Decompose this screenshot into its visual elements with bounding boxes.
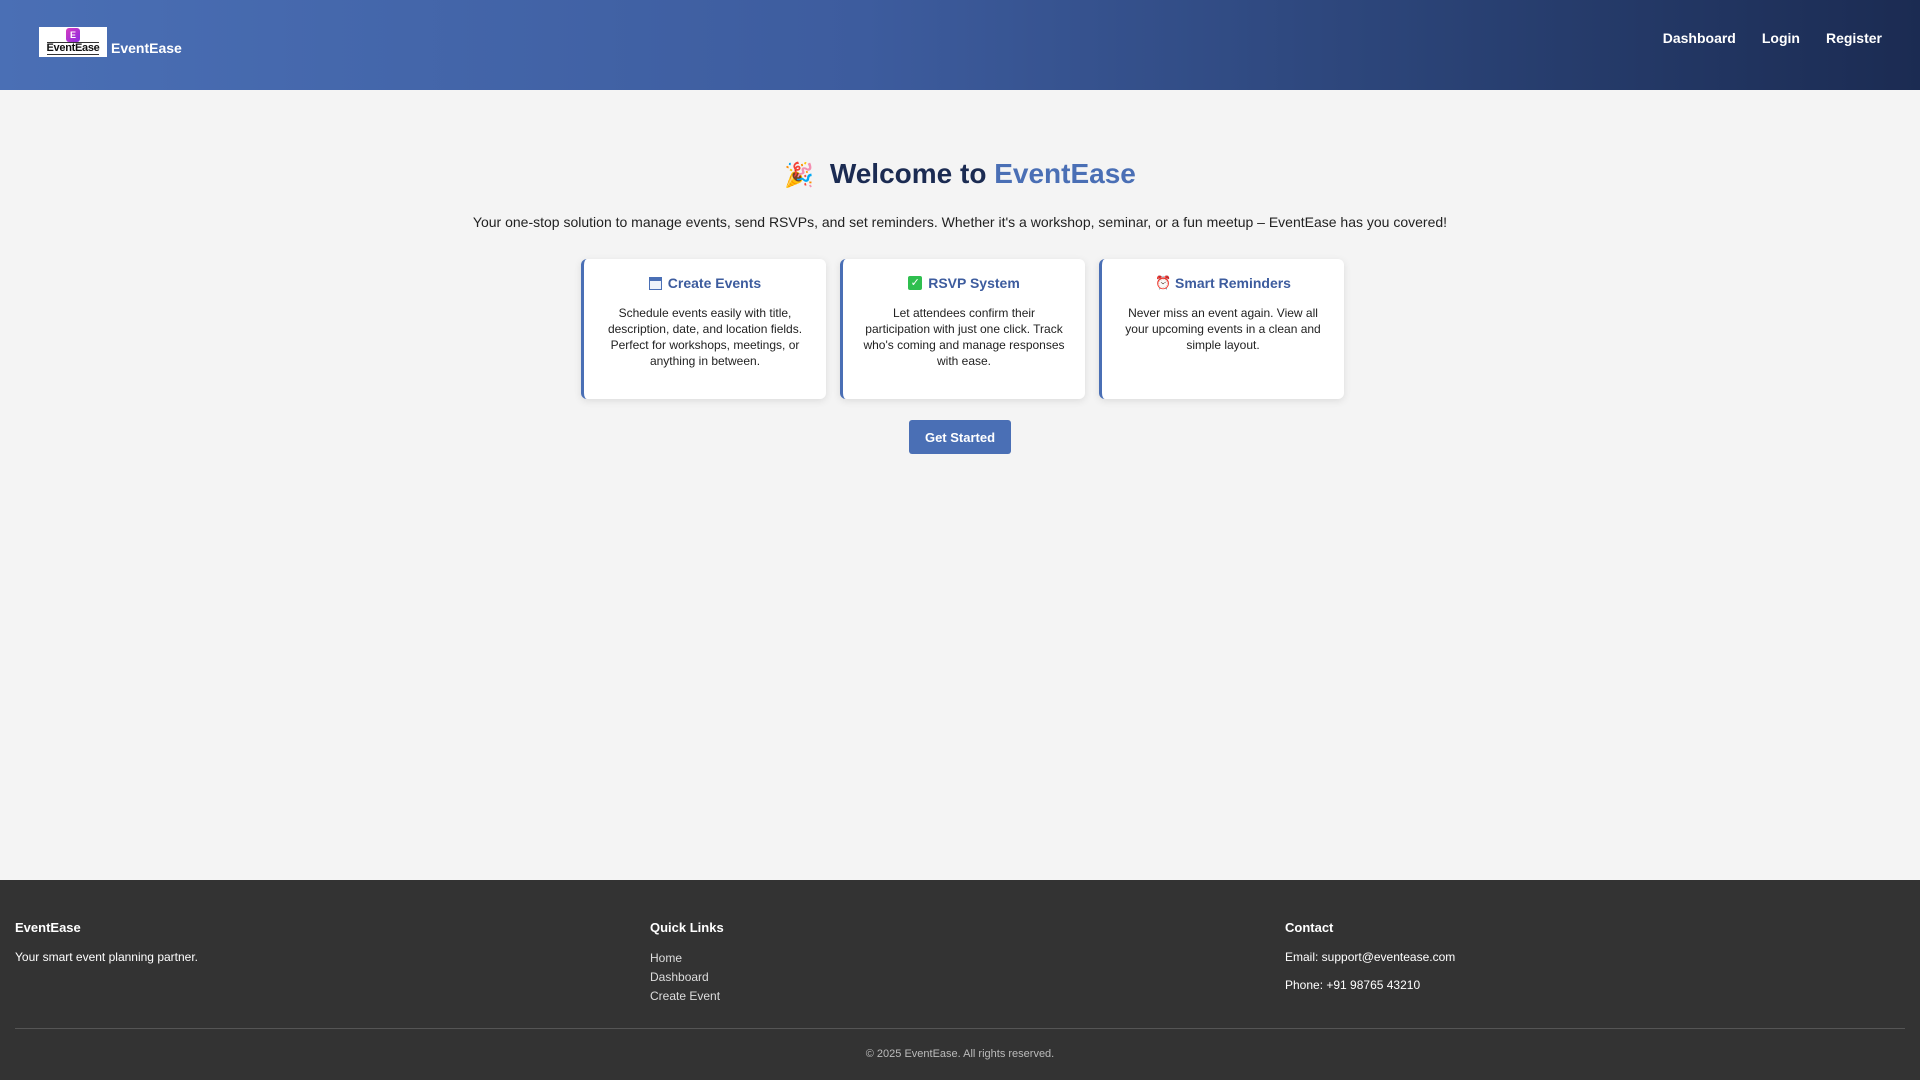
footer-link-home[interactable]: Home bbox=[650, 949, 724, 968]
footer: EventEase Your smart event planning part… bbox=[0, 880, 1920, 1080]
footer-link-dashboard[interactable]: Dashboard bbox=[650, 968, 724, 987]
footer-link-create-event[interactable]: Create Event bbox=[650, 987, 724, 1006]
footer-contact-title: Contact bbox=[1285, 920, 1334, 935]
nav-register-link[interactable]: Register bbox=[1826, 30, 1882, 46]
nav-login-link[interactable]: Login bbox=[1762, 30, 1800, 46]
logo-icon: E bbox=[66, 28, 80, 42]
footer-about-title: EventEase bbox=[15, 920, 81, 935]
footer-contact: Contact Email: support@eventease.com Pho… bbox=[1285, 920, 1455, 1005]
logo: E EventEase bbox=[39, 27, 107, 57]
card-body: Never miss an event again. View all your… bbox=[1125, 306, 1321, 352]
brand[interactable]: E EventEase EventEase bbox=[39, 27, 182, 57]
get-started-button[interactable]: Get Started bbox=[909, 420, 1011, 454]
feature-cards: Create Events Schedule events easily wit… bbox=[581, 259, 1344, 399]
footer-divider bbox=[15, 1028, 1905, 1029]
nav-links: Dashboard Login Register bbox=[1663, 30, 1882, 46]
footer-about-text: Your smart event planning partner. bbox=[15, 950, 199, 964]
alarm-clock-icon: ⏰ bbox=[1155, 275, 1172, 290]
nav-dashboard-link[interactable]: Dashboard bbox=[1663, 30, 1736, 46]
card-title-text: Create Events bbox=[667, 275, 762, 291]
footer-quick-links-title: Quick Links bbox=[650, 920, 724, 935]
party-popper-icon: 🎉 bbox=[784, 162, 815, 189]
title-prefix: Welcome to bbox=[829, 158, 987, 189]
card-title-text: Smart Reminders bbox=[1175, 275, 1291, 291]
hero-subtitle: Your one-stop solution to manage events,… bbox=[472, 214, 1448, 230]
footer-quick-links: Quick Links Home Dashboard Create Event bbox=[650, 920, 724, 1006]
calendar-icon bbox=[648, 276, 662, 290]
card-title-text: RSVP System bbox=[928, 275, 1020, 291]
page-title: 🎉 Welcome to EventEase bbox=[0, 158, 1920, 190]
card-body: Let attendees confirm their participatio… bbox=[863, 306, 1065, 368]
footer-copyright: © 2025 EventEase. All rights reserved. bbox=[865, 1048, 1055, 1060]
checkbox-icon: ✓ bbox=[908, 276, 923, 290]
card-title: Create Events bbox=[602, 275, 808, 291]
brand-name: EventEase bbox=[111, 40, 182, 56]
card-body: Schedule events easily with title, descr… bbox=[607, 306, 803, 368]
card-title: ✓ RSVP System bbox=[861, 275, 1067, 291]
feature-card-create-events: Create Events Schedule events easily wit… bbox=[581, 259, 826, 399]
footer-contact-phone: Phone: +91 98765 43210 bbox=[1285, 978, 1421, 992]
card-title: ⏰ Smart Reminders bbox=[1120, 275, 1326, 291]
feature-card-rsvp-system: ✓ RSVP System Let attendees confirm thei… bbox=[840, 259, 1085, 399]
footer-about: EventEase Your smart event planning part… bbox=[15, 920, 198, 977]
title-accent: EventEase bbox=[994, 158, 1136, 189]
footer-contact-email: Email: support@eventease.com bbox=[1285, 950, 1456, 964]
navbar: E EventEase EventEase Dashboard Login Re… bbox=[0, 0, 1920, 90]
feature-card-smart-reminders: ⏰ Smart Reminders Never miss an event ag… bbox=[1099, 259, 1344, 399]
logo-text: EventEase bbox=[46, 42, 100, 55]
